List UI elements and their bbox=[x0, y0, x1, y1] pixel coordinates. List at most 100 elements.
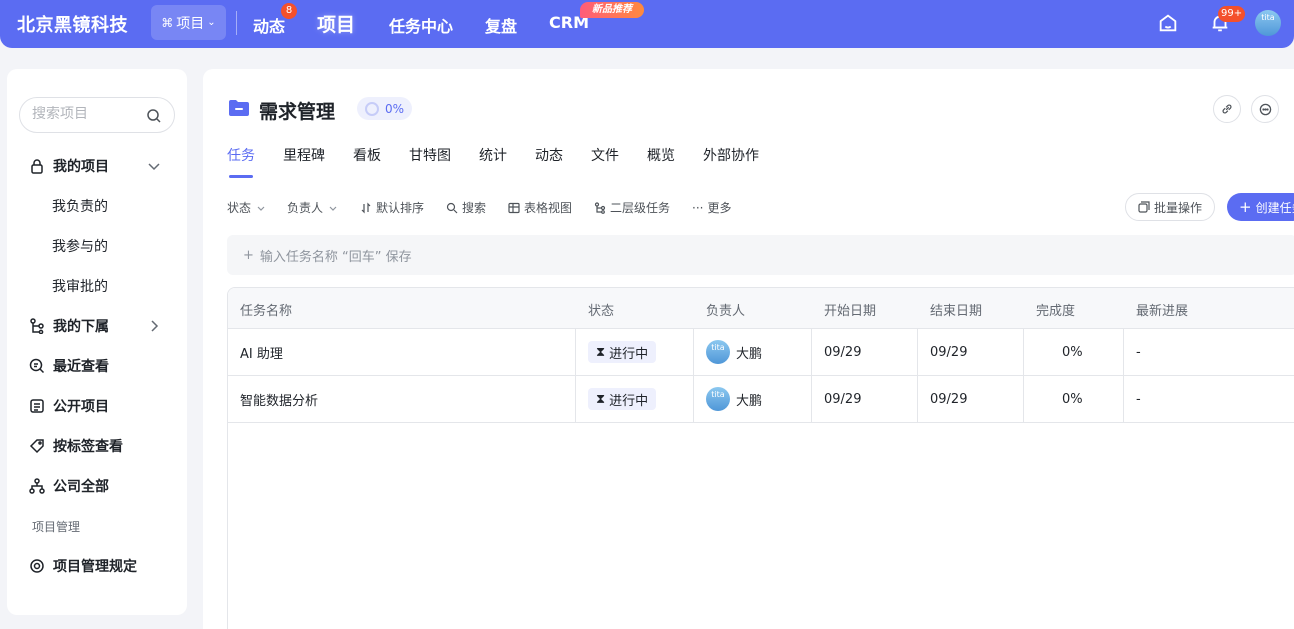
sidebar-item-label: 按标签查看 bbox=[53, 439, 123, 455]
tab-activity[interactable]: 动态 bbox=[535, 145, 563, 165]
owner-name: 大鹏 bbox=[736, 346, 763, 362]
link-button[interactable] bbox=[1213, 95, 1241, 123]
tab-tasks[interactable]: 任务 bbox=[227, 145, 255, 165]
recent-search-icon bbox=[29, 358, 45, 374]
progress-ring-icon bbox=[365, 101, 379, 116]
tab-gantt[interactable]: 甘特图 bbox=[409, 145, 451, 165]
cell-divider bbox=[1123, 329, 1124, 375]
project-search-box[interactable] bbox=[19, 97, 175, 133]
sidebar-item-responsible[interactable]: 我负责的 bbox=[7, 191, 187, 221]
quick-add-task-input[interactable]: + 输入任务名称 “回车” 保存 bbox=[227, 235, 1294, 275]
subtask-icon bbox=[594, 201, 606, 214]
owner-cell[interactable]: tita 大鹏 bbox=[706, 376, 762, 422]
nav-review[interactable]: 复盘 bbox=[485, 13, 517, 37]
owner-avatar: tita bbox=[706, 387, 730, 411]
more-button[interactable]: ··· 更多 bbox=[692, 199, 731, 216]
quick-add-placeholder: 输入任务名称 “回车” 保存 bbox=[259, 249, 412, 265]
task-name-cell[interactable]: 智能数据分析 bbox=[240, 376, 318, 422]
nav-projects[interactable]: 项目 bbox=[317, 10, 355, 37]
status-badge: ⧗ 进行中 bbox=[588, 388, 657, 410]
batch-icon bbox=[1138, 201, 1150, 213]
sidebar-item-rules[interactable]: 项目管理规定 bbox=[7, 551, 187, 581]
project-search-input[interactable] bbox=[32, 106, 142, 122]
owner-cell[interactable]: tita 大鹏 bbox=[706, 329, 762, 375]
end-date-cell[interactable]: 09/29 bbox=[930, 376, 967, 422]
home-icon[interactable] bbox=[1157, 12, 1179, 34]
table-view-button[interactable]: 表格视图 bbox=[508, 199, 572, 216]
sidebar-item-label: 我参与的 bbox=[52, 239, 108, 255]
chevron-down-icon[interactable] bbox=[147, 159, 161, 173]
start-date-cell[interactable]: 09/29 bbox=[824, 329, 861, 375]
sidebar-item-subordinates[interactable]: 我的下属 bbox=[7, 311, 187, 341]
task-name-cell[interactable]: AI 助理 bbox=[240, 329, 283, 375]
sidebar-item-label: 公开项目 bbox=[53, 399, 109, 415]
search-label: 搜索 bbox=[462, 201, 487, 215]
nav-dynamics[interactable]: 动态 bbox=[253, 13, 285, 37]
sort-button[interactable]: 默认排序 bbox=[360, 199, 424, 216]
main-panel: 需求管理 0% 任务 里程碑 看板 甘特图 统计 动态 文件 概览 外部协作 状… bbox=[203, 69, 1294, 629]
sidebar-item-label: 我的下属 bbox=[53, 319, 109, 335]
avatar-text: tita bbox=[711, 390, 725, 399]
status-text: 进行中 bbox=[609, 393, 649, 409]
status-cell[interactable]: ⧗ 进行中 bbox=[588, 329, 657, 375]
tab-external-collab[interactable]: 外部协作 bbox=[703, 145, 759, 165]
sidebar-item-my-projects[interactable]: 我的项目 bbox=[7, 151, 187, 181]
owner-filter[interactable]: 负责人 bbox=[287, 199, 339, 216]
completion-cell[interactable]: 0% bbox=[1062, 376, 1083, 422]
page-title: 需求管理 bbox=[259, 101, 336, 123]
owner-filter-label: 负责人 bbox=[287, 201, 324, 215]
tag-icon bbox=[29, 439, 44, 454]
cell-divider bbox=[575, 376, 576, 422]
owner-name: 大鹏 bbox=[736, 393, 763, 409]
sidebar-item-label: 项目管理规定 bbox=[53, 559, 137, 575]
ellipsis-icon: ··· bbox=[692, 200, 704, 215]
cell-divider bbox=[1123, 376, 1124, 422]
user-avatar[interactable]: tita bbox=[1255, 10, 1281, 36]
sidebar-item-by-tag[interactable]: 按标签查看 bbox=[7, 431, 187, 461]
secondary-tasks-label: 二层级任务 bbox=[610, 201, 671, 215]
sidebar-item-label: 公司全部 bbox=[53, 479, 109, 495]
hourglass-icon: ⧗ bbox=[596, 344, 606, 360]
cell-divider bbox=[917, 329, 918, 375]
project-switcher-button[interactable]: ⌘ 项目 ⌄ bbox=[151, 5, 226, 40]
sidebar-item-company-all[interactable]: 公司全部 bbox=[7, 471, 187, 501]
column-header-owner: 负责人 bbox=[706, 304, 746, 319]
cell-divider bbox=[811, 376, 812, 422]
start-date-cell[interactable]: 09/29 bbox=[824, 376, 861, 422]
tab-milestones[interactable]: 里程碑 bbox=[283, 145, 325, 165]
nav-task-center[interactable]: 任务中心 bbox=[389, 13, 453, 37]
latest-progress-cell[interactable]: - bbox=[1136, 376, 1141, 422]
table-row[interactable]: 智能数据分析 ⧗ 进行中 tita 大鹏 09/29 09/29 0% - bbox=[228, 376, 1294, 423]
column-header-start: 开始日期 bbox=[824, 304, 877, 319]
tab-files[interactable]: 文件 bbox=[591, 145, 619, 165]
batch-operation-button[interactable]: 批量操作 bbox=[1125, 193, 1215, 221]
end-date-cell[interactable]: 09/29 bbox=[930, 329, 967, 375]
create-task-button[interactable]: + 创建任务 bbox=[1227, 193, 1294, 221]
status-filter[interactable]: 状态 bbox=[227, 199, 267, 216]
nav-projects-label: 项目 bbox=[317, 14, 356, 36]
search-button[interactable]: 搜索 bbox=[446, 199, 486, 216]
more-label: 更多 bbox=[707, 201, 732, 215]
tab-kanban[interactable]: 看板 bbox=[353, 145, 381, 165]
tab-overview[interactable]: 概览 bbox=[647, 145, 675, 165]
search-icon[interactable] bbox=[146, 108, 162, 124]
sidebar-item-public[interactable]: 公开项目 bbox=[7, 391, 187, 421]
secondary-tasks-button[interactable]: 二层级任务 bbox=[594, 199, 670, 216]
nav-task-center-label: 任务中心 bbox=[389, 17, 454, 36]
sidebar-item-participating[interactable]: 我参与的 bbox=[7, 231, 187, 261]
tab-statistics[interactable]: 统计 bbox=[479, 145, 507, 165]
table-row[interactable]: AI 助理 ⧗ 进行中 tita 大鹏 09/29 09/29 0% - bbox=[228, 329, 1294, 376]
plus-icon: + bbox=[1239, 198, 1252, 216]
sidebar-item-approving[interactable]: 我审批的 bbox=[7, 271, 187, 301]
hierarchy-icon bbox=[29, 478, 45, 494]
comment-button[interactable] bbox=[1251, 95, 1279, 123]
latest-progress-cell[interactable]: - bbox=[1136, 329, 1141, 375]
completion-cell[interactable]: 0% bbox=[1062, 329, 1083, 375]
sidebar-item-label: 我审批的 bbox=[52, 279, 108, 295]
sidebar-item-recent[interactable]: 最近查看 bbox=[7, 351, 187, 381]
task-table: 任务名称 状态 负责人 开始日期 结束日期 完成度 最新进展 AI 助理 ⧗ 进… bbox=[227, 287, 1294, 629]
status-cell[interactable]: ⧗ 进行中 bbox=[588, 376, 657, 422]
chevron-right-icon[interactable] bbox=[147, 319, 161, 333]
company-name: 北京黑镜科技 bbox=[17, 15, 128, 36]
top-navigation-bar: 北京黑镜科技 ⌘ 项目 ⌄ 动态 8 项目 任务中心 复盘 CRM 新品推荐 9… bbox=[0, 0, 1294, 48]
